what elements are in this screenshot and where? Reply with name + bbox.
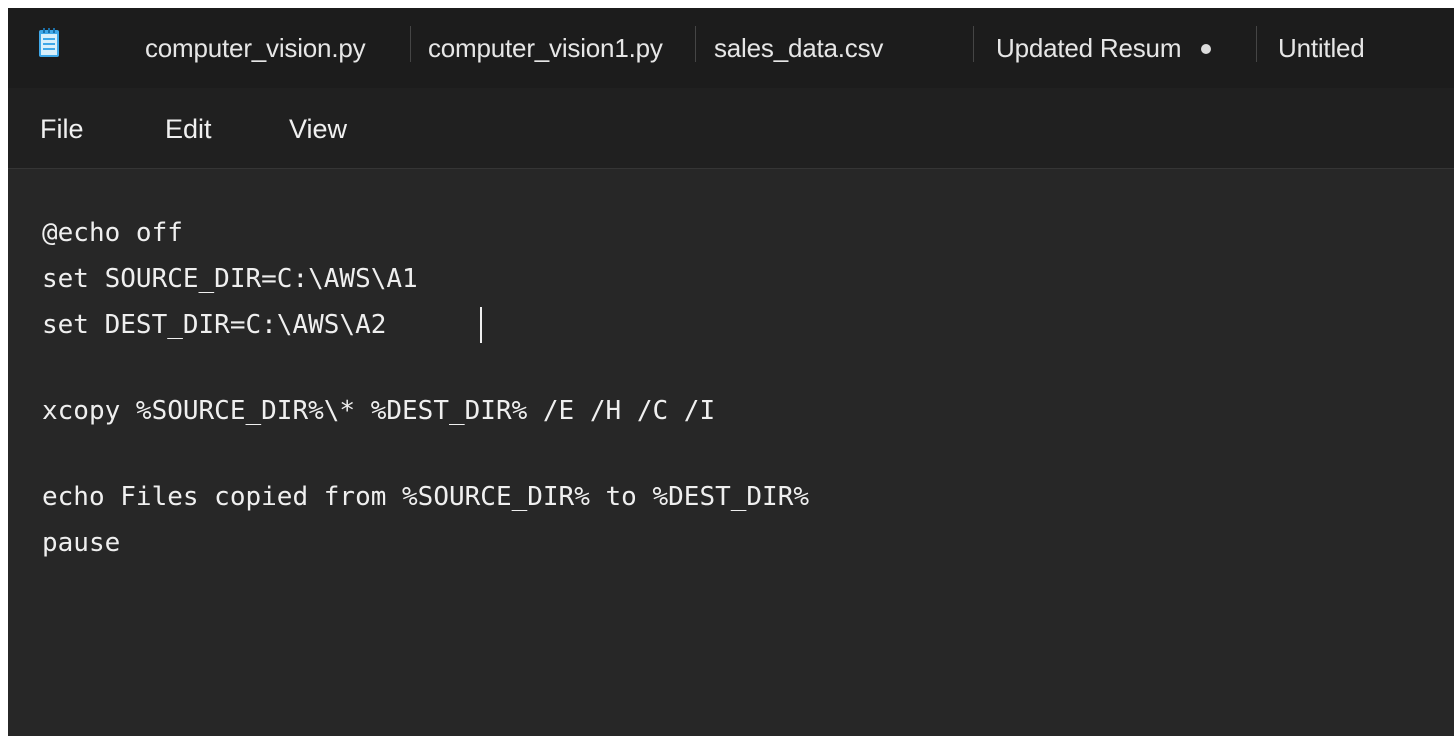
unsaved-dot-icon (1201, 44, 1211, 54)
tab-separator (1256, 26, 1257, 62)
tab-label: sales_data.csv (714, 32, 884, 63)
tab-label: computer_vision.py (145, 32, 366, 63)
menu-file[interactable]: File (40, 112, 84, 146)
tab-bar: computer_vision.py computer_vision1.py s… (8, 8, 1454, 88)
tab-separator (410, 26, 411, 62)
tab-label: Updated Resume (996, 32, 1181, 63)
code-line: xcopy %SOURCE_DIR%\* %DEST_DIR% /E /H /C… (42, 396, 716, 426)
tab-untitled[interactable]: Untitled (1278, 8, 1448, 88)
menu-bar: File Edit View (8, 88, 1454, 169)
code-line: echo Files copied from %SOURCE_DIR% to %… (42, 482, 810, 512)
tab-sales-data[interactable]: sales_data.csv (714, 8, 954, 88)
tab-updated-resume[interactable]: Updated Resume (996, 8, 1181, 88)
tab-label: computer_vision1.py (428, 32, 663, 63)
tab-computer-vision1[interactable]: computer_vision1.py (428, 8, 693, 88)
tab-separator (973, 26, 974, 62)
tab-separator (695, 26, 696, 62)
code-line: pause (42, 528, 121, 558)
code-line: set DEST_DIR=C:\AWS\A2 (42, 310, 387, 340)
menu-edit[interactable]: Edit (165, 112, 212, 146)
tab-label: Untitled (1278, 32, 1365, 63)
menu-view[interactable]: View (289, 112, 347, 146)
notepad-icon (38, 28, 60, 58)
code-line: set SOURCE_DIR=C:\AWS\A1 (42, 264, 418, 294)
code-line: @echo off (42, 218, 183, 248)
tab-computer-vision[interactable]: computer_vision.py (145, 8, 408, 88)
text-editor[interactable]: @echo off set SOURCE_DIR=C:\AWS\A1 set D… (8, 169, 1454, 736)
notepad-window: computer_vision.py computer_vision1.py s… (8, 8, 1454, 736)
text-caret (480, 307, 482, 343)
